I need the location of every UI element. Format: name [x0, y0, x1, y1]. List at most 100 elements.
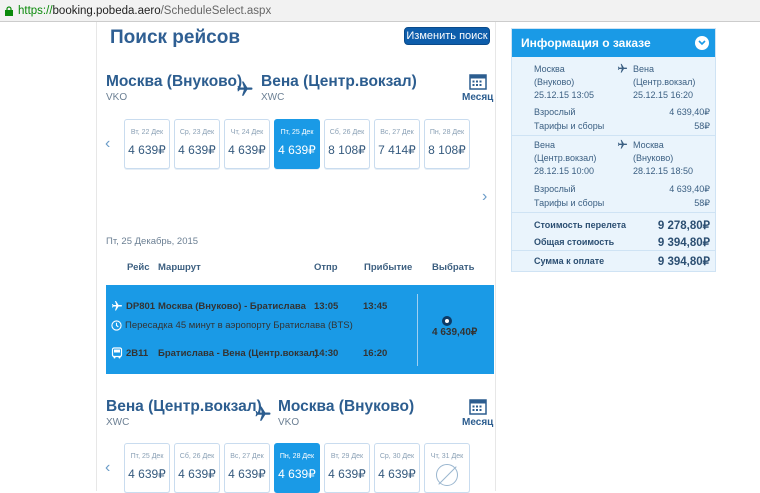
- date-tile[interactable]: Сб, 26 Дек 4 639₽: [174, 443, 220, 493]
- ret-adult-label: Взрослый: [534, 184, 576, 194]
- col-departure: Отпр: [314, 262, 338, 273]
- flight-price: 4 639,40₽: [432, 327, 478, 338]
- date-tile-day: Пн, 28 Дек: [429, 129, 465, 136]
- date-tile-day: Чт, 24 Дек: [230, 129, 264, 136]
- ret-dep-time: 28.12.15 10:00: [534, 166, 595, 176]
- url-path: /ScheduleSelect.aspx: [160, 4, 272, 17]
- out-fees-label: Тарифы и сборы: [534, 121, 605, 131]
- out-fees-price: 58₽: [694, 121, 710, 131]
- date-tile[interactable]: Вс, 27 Дек 7 414₽: [374, 119, 420, 169]
- prev-dates-arrow[interactable]: ‹: [105, 135, 110, 153]
- plane-icon: [112, 301, 122, 311]
- leg2-departure: 14:30: [314, 348, 339, 359]
- date-tile[interactable]: Пт, 25 Дек 4 639₽: [274, 119, 320, 169]
- date-tile-day: Сб, 26 Дек: [179, 453, 215, 460]
- plane-icon: [237, 81, 253, 96]
- card-divider: [417, 294, 418, 366]
- next-dates-arrow[interactable]: ›: [482, 188, 487, 206]
- date-tile-price: 4 639₽: [278, 467, 316, 481]
- outbound-from: Москва (Внуково): [106, 73, 243, 90]
- order-info-header[interactable]: Информация о заказе: [512, 29, 715, 57]
- calendar-icon: [468, 74, 487, 90]
- date-tile-day: Вс, 27 Дек: [380, 129, 414, 136]
- address-bar[interactable]: https:// booking.pobeda.aero /ScheduleSe…: [0, 0, 760, 22]
- ret-to-airport: (Внуково): [633, 153, 674, 163]
- date-tile-price: 4 639₽: [228, 467, 266, 481]
- clock-icon: [111, 320, 122, 331]
- ret-arr-time: 28.12.15 18:50: [633, 166, 694, 176]
- date-tile[interactable]: Ср, 30 Дек 4 639₽: [374, 443, 420, 493]
- leg2-arrival: 16:20: [363, 348, 388, 359]
- out-adult-price: 4 639,40₽: [669, 107, 710, 117]
- return-to: Москва (Внуково): [278, 398, 415, 415]
- ret-fees-price: 58₽: [694, 198, 710, 208]
- leg2-route: Братислава - Вена (Центр.вокзал): [158, 348, 318, 359]
- order-info-title: Информация о заказе: [521, 36, 651, 50]
- out-from-city: Москва: [534, 64, 565, 74]
- leg1-route: Москва (Внуково) - Братислава: [158, 301, 306, 312]
- col-select: Выбрать: [432, 262, 475, 273]
- out-dep-time: 25.12.15 13:05: [534, 90, 595, 100]
- no-flight-icon: [436, 464, 458, 486]
- date-tile-day: Пт, 25 Дек: [280, 129, 314, 136]
- date-tile-price: 4 639₽: [228, 143, 266, 157]
- plane-icon: [617, 63, 628, 73]
- date-tile[interactable]: Чт, 31 Дек: [424, 443, 470, 493]
- date-tile-day: Чт, 31 Дек: [430, 453, 464, 460]
- calendar-icon: [468, 399, 487, 415]
- transfer-row: Пересадка 45 минут в аэропорту Братислав…: [111, 320, 353, 331]
- page-title: Поиск рейсов: [110, 27, 241, 48]
- date-tile[interactable]: Пн, 28 Дек 4 639₽: [274, 443, 320, 493]
- pay-value: 9 394,80₽: [657, 256, 710, 268]
- date-tile-day: Вс, 27 Дек: [230, 453, 264, 460]
- date-tile[interactable]: Чт, 24 Дек 4 639₽: [224, 119, 270, 169]
- lock-icon: [5, 5, 13, 16]
- date-tile-day: Пт, 25 Дек: [130, 453, 164, 460]
- date-tile[interactable]: Вт, 22 Дек 4 639₽: [124, 119, 170, 169]
- date-tile-day: Пн, 28 Дек: [279, 453, 315, 460]
- date-tile-day: Ср, 30 Дек: [379, 453, 415, 460]
- return-prev-dates-arrow[interactable]: ‹: [105, 459, 110, 477]
- plane-icon: [617, 139, 628, 149]
- date-tile-day: Вт, 29 Дек: [330, 453, 364, 460]
- return-month-calendar-button[interactable]: Месяц: [462, 398, 493, 428]
- date-tile[interactable]: Сб, 26 Дек 8 108₽: [324, 119, 370, 169]
- return-to-code: VKO: [278, 417, 300, 428]
- plane-icon: [255, 406, 271, 421]
- date-tile[interactable]: Пн, 28 Дек 8 108₽: [424, 119, 470, 169]
- chevron-down-icon[interactable]: [695, 36, 709, 50]
- ret-from-city: Вена: [534, 140, 555, 150]
- total-label: Общая стоимость: [534, 237, 615, 247]
- date-tile[interactable]: Пт, 25 Дек 4 639₽: [124, 443, 170, 493]
- out-arr-time: 25.12.15 16:20: [633, 90, 694, 100]
- date-tile[interactable]: Вт, 29 Дек 4 639₽: [324, 443, 370, 493]
- leg2-flight: 2B11: [111, 347, 148, 359]
- url-protocol: https://: [18, 4, 53, 17]
- total-value: 9 394,80₽: [657, 237, 710, 249]
- leg1-flight: DP801: [111, 300, 155, 312]
- flight-cost-value: 9 278,80₽: [657, 220, 710, 232]
- change-search-button[interactable]: Изменить поиск: [404, 27, 490, 45]
- bus-icon: [111, 347, 123, 359]
- date-tile-day: Сб, 26 Дек: [329, 129, 365, 136]
- date-tile-day: Ср, 23 Дек: [179, 129, 215, 136]
- date-tile[interactable]: Ср, 23 Дек 4 639₽: [174, 119, 220, 169]
- month-calendar-button[interactable]: Месяц: [462, 73, 493, 103]
- return-date-strip: Пт, 25 Дек 4 639₽ Сб, 26 Дек 4 639₽ Вс, 27 Д…: [124, 443, 470, 493]
- divider: [512, 250, 715, 251]
- leg1-arrival: 13:45: [363, 301, 388, 312]
- leg1-number: DP801: [126, 300, 156, 312]
- ret-from-station: (Центр.вокзал): [534, 153, 597, 163]
- date-tile[interactable]: Вс, 27 Дек 4 639₽: [224, 443, 270, 493]
- month-label: Месяц: [462, 92, 494, 103]
- date-tile-price: 4 639₽: [178, 467, 216, 481]
- date-tile-price: 4 639₽: [178, 143, 216, 157]
- ret-adult-price: 4 639,40₽: [669, 184, 710, 194]
- select-flight-radio[interactable]: [442, 316, 452, 326]
- return-from: Вена (Центр.вокзал): [106, 398, 262, 415]
- transfer-note: Пересадка 45 минут в аэропорту Братислав…: [125, 320, 353, 331]
- out-from-airport: (Внуково): [534, 77, 575, 87]
- date-tile-price: 4 639₽: [128, 143, 166, 157]
- pay-label: Сумма к оплате: [534, 256, 605, 266]
- date-tile-price: 4 639₽: [378, 467, 416, 481]
